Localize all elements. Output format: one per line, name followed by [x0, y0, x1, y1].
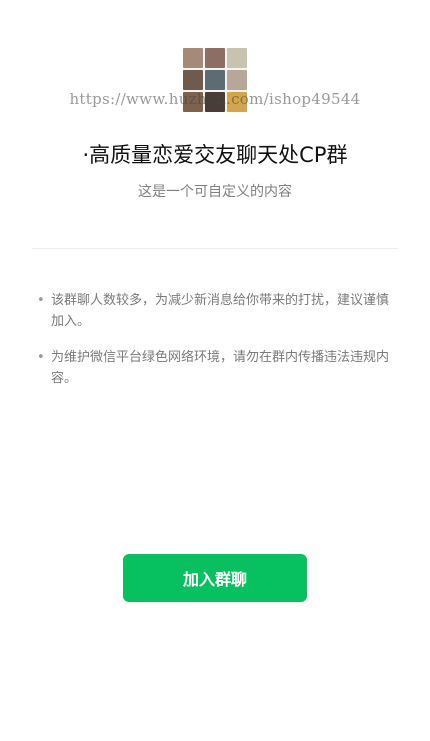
member-avatar [227, 48, 247, 68]
group-title: ·高质量恋爱交友聊天处CP群 [82, 143, 348, 167]
member-avatar [183, 70, 203, 90]
member-avatar [227, 70, 247, 90]
join-group-button[interactable]: 加入群聊 [123, 554, 307, 602]
notice-item: • 该群聊人数较多，为减少新消息给你带来的打扰，建议谨慎加入。 [37, 290, 393, 332]
bullet-icon: • [37, 293, 45, 308]
notice-list: • 该群聊人数较多，为减少新消息给你带来的打扰，建议谨慎加入。 • 为维护微信平… [37, 290, 393, 404]
watermark-text: https://www.huzhan.com/ishop49544 [69, 90, 361, 108]
bullet-icon: • [37, 350, 45, 365]
member-avatar [183, 48, 203, 68]
notice-item: • 为维护微信平台绿色网络环境，请勿在群内传播违法违规内容。 [37, 347, 393, 389]
member-avatar [205, 48, 225, 68]
divider [32, 248, 398, 249]
notice-text: 为维护微信平台绿色网络环境，请勿在群内传播违法违规内容。 [51, 350, 390, 386]
member-avatar [205, 70, 225, 90]
group-subtitle: 这是一个可自定义的内容 [138, 184, 292, 200]
notice-text: 该群聊人数较多，为减少新消息给你带来的打扰，建议谨慎加入。 [51, 293, 390, 329]
